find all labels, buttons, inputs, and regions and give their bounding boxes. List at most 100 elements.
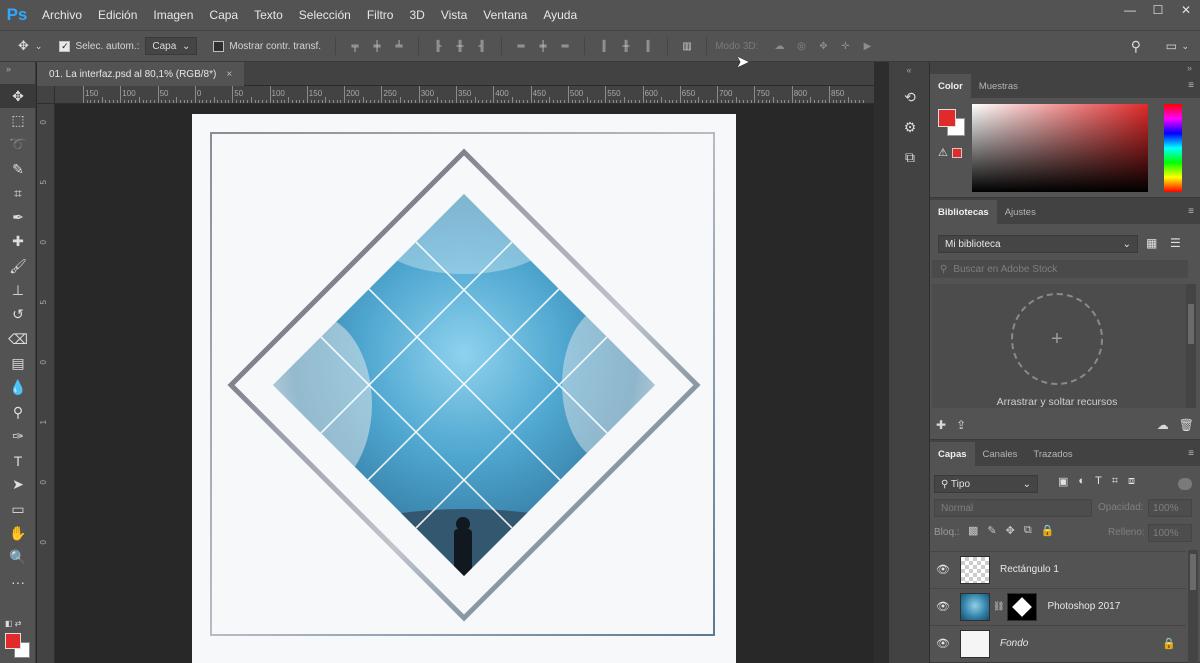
fill-input[interactable]: 100%: [1148, 524, 1192, 542]
3d-scale-icon[interactable]: ▶: [860, 39, 874, 53]
distribute-horizontal-centers-icon[interactable]: ╫: [619, 39, 633, 53]
blur-tool-icon[interactable]: 💧: [0, 376, 36, 400]
collapse-toolbar-icon[interactable]: »: [0, 62, 35, 84]
panel-menu-icon[interactable]: ≡: [1188, 448, 1194, 459]
vertical-ruler[interactable]: 0 5 0 5 0 1 0 0: [37, 104, 55, 663]
3d-roll-icon[interactable]: ◎: [794, 39, 808, 53]
align-bottom-edges-icon[interactable]: ╧: [392, 39, 406, 53]
distribute-top-icon[interactable]: ═: [514, 39, 528, 53]
auto-select-checkbox[interactable]: ✓: [59, 40, 71, 52]
3d-orbit-icon[interactable]: ☁: [772, 39, 786, 53]
lock-all-icon[interactable]: 🔒: [1041, 524, 1055, 537]
tab-muestras[interactable]: Muestras: [971, 74, 1026, 98]
menu-ayuda[interactable]: Ayuda: [535, 0, 585, 30]
cloud-sync-icon[interactable]: ☁: [1157, 418, 1169, 432]
scrollbar-thumb[interactable]: [1190, 554, 1196, 590]
auto-align-layers-icon[interactable]: ▥: [680, 39, 694, 53]
menu-vista[interactable]: Vista: [433, 0, 475, 30]
distribute-right-icon[interactable]: ║: [641, 39, 655, 53]
close-window-button[interactable]: ✕: [1172, 0, 1200, 20]
3d-slide-icon[interactable]: ✛: [838, 39, 852, 53]
layer-row[interactable]: 👁 Rectángulo 1: [930, 551, 1186, 587]
layers-scrollbar[interactable]: [1188, 550, 1198, 663]
show-transform-checkbox[interactable]: [213, 40, 225, 52]
stock-search-input[interactable]: ⚲ Buscar en Adobe Stock: [932, 260, 1188, 278]
gradient-tool-icon[interactable]: ▤: [0, 351, 36, 375]
trash-icon[interactable]: 🗑: [1179, 418, 1194, 432]
visibility-eye-icon[interactable]: 👁: [930, 600, 956, 613]
pen-tool-icon[interactable]: ✑: [0, 424, 36, 448]
auto-select-target-dropdown[interactable]: Capa ⌄: [145, 37, 198, 55]
canvas-scrollbar[interactable]: [874, 62, 888, 663]
eraser-tool-icon[interactable]: ⌫: [0, 327, 36, 351]
visibility-eye-icon[interactable]: 👁: [930, 563, 956, 576]
lock-artboard-icon[interactable]: ⧉: [1024, 524, 1032, 537]
tab-canales[interactable]: Canales: [975, 442, 1026, 466]
collapse-dock-icon[interactable]: «: [889, 62, 929, 82]
distribute-left-icon[interactable]: ║: [597, 39, 611, 53]
pixel-filter-icon[interactable]: ▣: [1058, 475, 1068, 488]
marquee-tool-icon[interactable]: ⬚: [0, 108, 36, 132]
gamut-color-swatch[interactable]: [952, 148, 962, 158]
menu-imagen[interactable]: Imagen: [145, 0, 201, 30]
3d-pan-icon[interactable]: ✥: [816, 39, 830, 53]
menu-filtro[interactable]: Filtro: [359, 0, 402, 30]
shape-filter-icon[interactable]: ⌗: [1112, 475, 1118, 488]
tab-color[interactable]: Color: [930, 74, 971, 98]
ruler-origin[interactable]: [37, 86, 55, 104]
rectangle-tool-icon[interactable]: ▭: [0, 497, 36, 521]
align-horizontal-centers-icon[interactable]: ╫: [453, 39, 467, 53]
type-tool-icon[interactable]: T: [0, 448, 36, 472]
paths-panel-icon[interactable]: ⧉: [889, 142, 931, 172]
quick-selection-tool-icon[interactable]: ✎: [0, 157, 36, 181]
lock-pixels-icon[interactable]: ✎: [987, 524, 996, 537]
add-asset-icon[interactable]: +: [1011, 293, 1103, 385]
panel-menu-icon[interactable]: ≡: [1188, 206, 1194, 217]
move-tool-icon[interactable]: ✥: [0, 84, 36, 109]
layer-row[interactable]: 👁 ⛓ Photoshop 2017: [930, 588, 1186, 624]
layer-row[interactable]: 👁 Fondo 🔒: [930, 625, 1186, 661]
lock-transparency-icon[interactable]: ▩: [968, 524, 978, 537]
opacity-input[interactable]: 100%: [1148, 499, 1192, 517]
move-tool-preset-icon[interactable]: ✥: [18, 38, 29, 54]
crop-tool-icon[interactable]: ⌗: [0, 181, 36, 205]
foreground-color-swatch[interactable]: [5, 633, 21, 649]
library-dropdown[interactable]: Mi biblioteca ⌄: [938, 235, 1138, 253]
tab-ajustes[interactable]: Ajustes: [997, 200, 1044, 224]
tab-trazados[interactable]: Trazados: [1025, 442, 1080, 466]
healing-brush-tool-icon[interactable]: ✚: [0, 230, 36, 254]
default-colors-icon[interactable]: ◧ ⇄: [5, 619, 21, 628]
clone-stamp-tool-icon[interactable]: ⊥: [0, 278, 36, 302]
history-brush-tool-icon[interactable]: ↺: [0, 303, 36, 327]
list-view-icon[interactable]: ☰: [1170, 236, 1181, 250]
color-swatches[interactable]: ◧ ⇄: [5, 619, 33, 658]
adjustment-filter-icon[interactable]: ◐: [1078, 475, 1085, 488]
library-drop-area[interactable]: + Arrastrar y soltar recursos: [932, 284, 1188, 408]
distribute-bottom-icon[interactable]: ═: [558, 39, 572, 53]
maximize-button[interactable]: ☐: [1144, 0, 1172, 20]
menu-3d[interactable]: 3D: [401, 0, 432, 30]
upload-icon[interactable]: ⇪: [956, 418, 966, 432]
zoom-tool-icon[interactable]: 🔍: [0, 546, 36, 570]
align-left-edges-icon[interactable]: ╟: [431, 39, 445, 53]
align-right-edges-icon[interactable]: ╢: [475, 39, 489, 53]
document-tab[interactable]: 01. La interfaz.psd al 80,1% (RGB/8*) ×: [37, 62, 245, 86]
menu-seleccion[interactable]: Selección: [291, 0, 359, 30]
layer-kind-filter[interactable]: ⚲ Tipo ⌄: [934, 475, 1038, 493]
search-icon[interactable]: ⚲: [1131, 38, 1141, 55]
blend-mode-dropdown[interactable]: Normal: [934, 499, 1092, 517]
minimize-button[interactable]: —: [1116, 0, 1144, 20]
grid-view-icon[interactable]: ▦: [1146, 236, 1157, 250]
properties-panel-icon[interactable]: ⚙: [889, 112, 931, 142]
eyedropper-tool-icon[interactable]: ✒: [0, 205, 36, 229]
history-panel-icon[interactable]: ⟲: [889, 82, 931, 112]
align-vertical-centers-icon[interactable]: ╪: [370, 39, 384, 53]
menu-ventana[interactable]: Ventana: [475, 0, 535, 30]
hand-tool-icon[interactable]: ✋: [0, 521, 36, 545]
tab-capas[interactable]: Capas: [930, 442, 975, 466]
align-top-edges-icon[interactable]: ╤: [348, 39, 362, 53]
close-tab-icon[interactable]: ×: [226, 69, 232, 80]
visibility-eye-icon[interactable]: 👁: [930, 637, 956, 650]
lasso-tool-icon[interactable]: ➰: [0, 133, 36, 157]
type-filter-icon[interactable]: T: [1095, 475, 1102, 488]
